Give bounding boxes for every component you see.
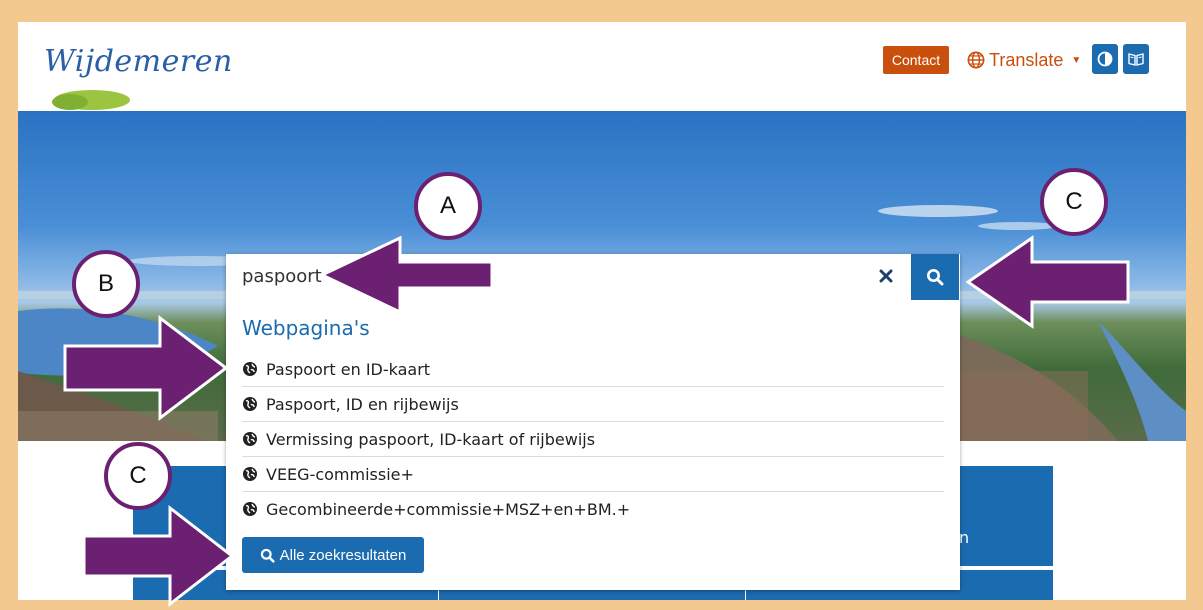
globe-icon: [967, 51, 985, 69]
search-result-label: Paspoort, ID en rijbewijs: [266, 394, 459, 414]
all-results-button[interactable]: Alle zoekresultaten: [242, 537, 424, 573]
annotation-badge-b: B: [72, 250, 140, 318]
translate-dropdown[interactable]: Translate ▼: [967, 46, 1081, 74]
browser-frame: Wijdemeren Contact Translate ▼ n paspoor…: [18, 22, 1186, 600]
readspeaker-button[interactable]: [1123, 44, 1149, 74]
logo-text: Wijdemeren: [44, 44, 233, 79]
globe-icon: [243, 397, 257, 411]
caret-down-icon: ▼: [1071, 54, 1082, 66]
search-result-item[interactable]: Paspoort en ID-kaart: [242, 352, 944, 387]
globe-icon: [243, 467, 257, 481]
search-result-label: VEEG-commissie+: [266, 464, 414, 484]
globe-icon: [243, 362, 257, 376]
annotation-badge-c-top: C: [1040, 168, 1108, 236]
search-input[interactable]: [226, 254, 898, 298]
search-result-label: Gecombineerde+commissie+MSZ+en+BM.+: [266, 499, 631, 519]
contrast-button[interactable]: [1092, 44, 1118, 74]
search-result-label: Vermissing paspoort, ID-kaart of rijbewi…: [266, 429, 596, 449]
wijdemeren-logo[interactable]: Wijdemeren: [40, 42, 232, 112]
clear-search-button[interactable]: [874, 264, 898, 288]
annotation-badge-a: A: [414, 172, 482, 240]
search-result-label: Paspoort en ID-kaart: [266, 359, 431, 379]
book-icon: [1128, 53, 1144, 66]
search-results-list: Paspoort en ID-kaart Paspoort, ID en rij…: [242, 352, 944, 526]
search-submit-button[interactable]: [911, 254, 959, 300]
search-result-item[interactable]: Vermissing paspoort, ID-kaart of rijbewi…: [242, 422, 944, 457]
results-heading: Webpagina's: [242, 316, 370, 340]
search-result-item[interactable]: Gecombineerde+commissie+MSZ+en+BM.+: [242, 492, 944, 526]
contact-button[interactable]: Contact: [883, 46, 949, 74]
annotation-badge-c-bottom: C: [104, 442, 172, 510]
search-result-item[interactable]: Paspoort, ID en rijbewijs: [242, 387, 944, 422]
close-icon: [879, 269, 893, 283]
globe-icon: [243, 502, 257, 516]
all-results-label: Alle zoekresultaten: [279, 546, 407, 564]
search-icon: [260, 548, 275, 563]
translate-label: Translate: [989, 49, 1064, 70]
search-result-item[interactable]: VEEG-commissie+: [242, 457, 944, 492]
service-tile-3[interactable]: n: [953, 466, 1053, 566]
globe-icon: [243, 432, 257, 446]
tile-partial-label: n: [959, 528, 970, 547]
search-dropdown-panel: Webpagina's Paspoort en ID-kaart Paspoor…: [226, 254, 960, 590]
search-icon: [927, 269, 944, 286]
contrast-icon: [1097, 51, 1113, 67]
